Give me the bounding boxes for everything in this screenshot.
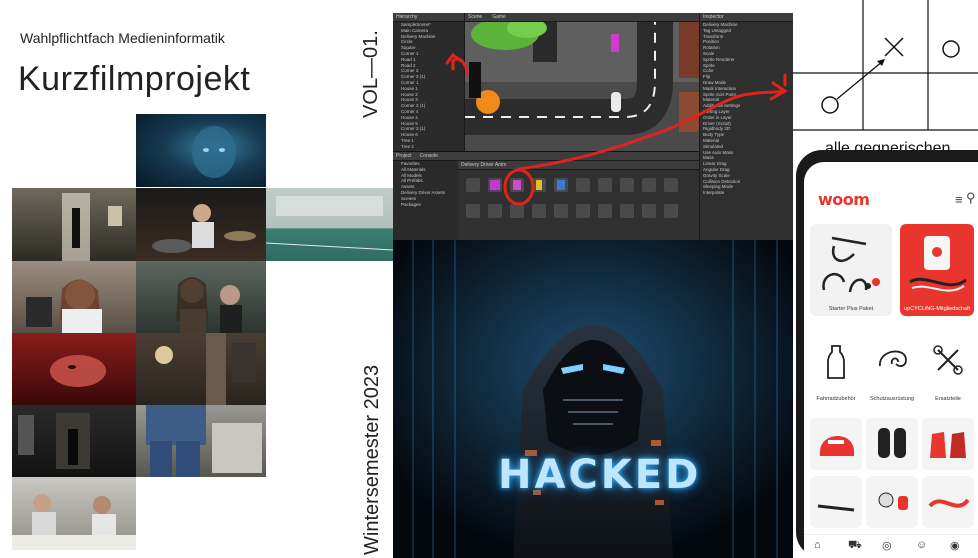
poster-subtitle: Wahlpflichtfach Medieninformatik [20, 30, 225, 46]
woom-logo[interactable]: woom [818, 190, 870, 209]
film-still-lamp-room [136, 333, 266, 405]
poster-title: Kurzfilmprojekt [18, 60, 251, 98]
category-protection[interactable]: Schutzausrüstung [866, 334, 918, 410]
support-icon[interactable]: ☺ [916, 539, 927, 551]
film-still-two-girls [136, 261, 266, 333]
product-card-starter[interactable]: Starter Plus Paket [810, 224, 892, 316]
hacker-art [393, 240, 793, 558]
hacked-overlay-text: HACKED [498, 452, 702, 498]
product-helmet[interactable] [810, 418, 862, 470]
bottle-icon [827, 345, 845, 379]
film-still-red-face [12, 333, 136, 405]
phone-mockup: woom ≡ ⚲ Starter Plus Paket upCYCLING-Mi… [796, 150, 978, 558]
cart-icon[interactable]: ⛟ [848, 539, 862, 553]
film-still-gym [266, 188, 393, 261]
location-icon[interactable]: ◎ [882, 539, 892, 552]
product-gloves[interactable] [922, 418, 974, 470]
film-still-hallway [12, 188, 136, 261]
product-kickstand[interactable] [810, 476, 862, 528]
card-label-starter: Starter Plus Paket [828, 306, 874, 312]
phone-screen: woom ≡ ⚲ Starter Plus Paket upCYCLING-Mi… [804, 162, 978, 558]
product-lock[interactable] [922, 476, 974, 528]
hacker-image: HACKED [393, 240, 793, 558]
tools-icon [933, 345, 963, 375]
category-label-parts: Ersatzteile [935, 396, 961, 402]
film-still-face-screen [136, 114, 266, 187]
poster-semester: Wintersemester 2023 [361, 364, 383, 555]
bottom-navigation: ⌂ ⛟ ◎ ☺ ◉ [804, 534, 978, 558]
poster-volume: VOL—01. [360, 30, 382, 118]
product-card-upcycling[interactable]: upCYCLING-Mitgliedschaft [900, 224, 974, 316]
bike-parts-image [822, 236, 880, 293]
film-still-dark-hall [12, 405, 136, 477]
account-icon[interactable]: ◉ [950, 539, 960, 552]
product-knee-pads[interactable] [866, 418, 918, 470]
card-label-upcycling: upCYCLING-Mitgliedschaft [903, 306, 971, 312]
film-still-jeans [136, 405, 266, 477]
tictactoe-diagram: alle gegnerischen [793, 0, 978, 158]
helmet-icon [879, 350, 907, 367]
film-still-drummer [136, 188, 266, 261]
unity-editor-screenshot: Hierarchy SampleScene* Main Camera Deliver… [393, 13, 793, 240]
red-annotations [445, 52, 788, 206]
category-parts[interactable]: Ersatzteile [922, 334, 974, 410]
film-still-laughing [12, 261, 136, 333]
category-label-protection: Schutzausrüstung [869, 396, 915, 402]
search-icon[interactable]: ⚲ [966, 190, 976, 206]
film-still-classroom [12, 477, 136, 550]
home-icon[interactable]: ⌂ [814, 539, 821, 551]
upcycling-image [909, 236, 967, 292]
tictactoe-grid [793, 0, 978, 131]
category-accessories[interactable]: Fahrradzubehör [810, 334, 862, 410]
menu-icon[interactable]: ≡ [955, 192, 963, 207]
poster: Wahlpflichtfach Medieninformatik Kurzfil… [0, 0, 393, 558]
category-label-accessories: Fahrradzubehör [816, 396, 856, 402]
product-lights[interactable] [866, 476, 918, 528]
